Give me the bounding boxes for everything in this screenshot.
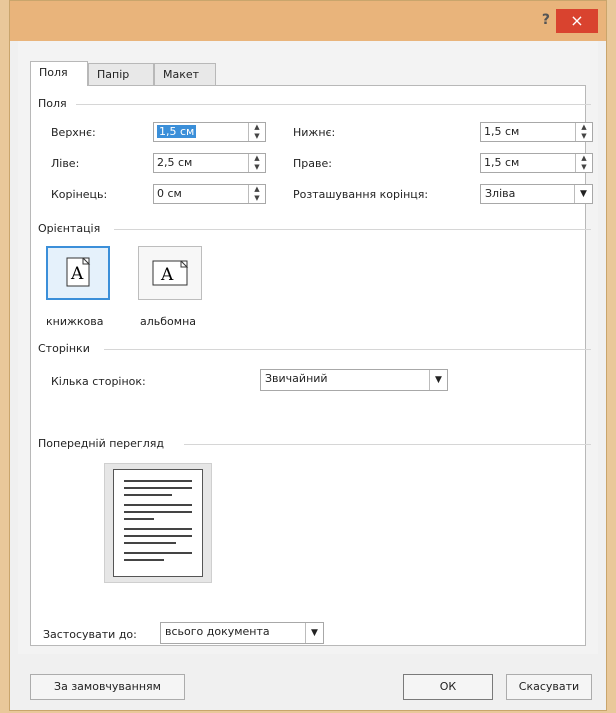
gutter-position-value: Зліва: [485, 187, 516, 200]
gutter-position-label: Розташування корінця:: [293, 188, 429, 201]
chevron-down-icon[interactable]: ▼: [305, 623, 323, 643]
spinner-arrows[interactable]: ▲ ▼: [248, 154, 265, 172]
portrait-label[interactable]: книжкова: [46, 315, 104, 328]
orientation-section-label: Орієнтація: [38, 222, 101, 235]
preview-divider: [184, 444, 591, 445]
gutter-value[interactable]: 0 см: [157, 187, 182, 200]
portrait-page-icon: A: [66, 257, 91, 287]
spin-down-icon[interactable]: ▼: [249, 194, 265, 203]
spinner-arrows[interactable]: ▲ ▼: [575, 154, 592, 172]
preview-text-line: [124, 535, 192, 537]
top-margin-value[interactable]: 1,5 см: [157, 125, 197, 138]
bottom-margin-label: Нижнє:: [293, 126, 336, 139]
multiple-pages-select[interactable]: Звичайний ▼: [260, 369, 448, 391]
preview-text-line: [124, 518, 154, 520]
preview-text-line: [124, 480, 192, 482]
right-margin-spinner[interactable]: 1,5 см ▲ ▼: [480, 153, 593, 173]
preview-text-line: [124, 487, 192, 489]
multiple-pages-value: Звичайний: [265, 372, 328, 385]
preview-section-label: Попередній перегляд: [38, 437, 164, 450]
preview-page: [113, 469, 203, 577]
preview-text-line: [124, 552, 192, 554]
page-preview: [104, 463, 212, 583]
preview-text-line: [124, 542, 176, 544]
preview-text-line: [124, 559, 164, 561]
top-margin-spinner[interactable]: 1,5 см ▲ ▼: [153, 122, 266, 142]
tab-layout[interactable]: Макет: [154, 63, 216, 85]
set-as-default-button[interactable]: За замовчуванням: [30, 674, 185, 700]
page-setup-dialog: ? × Поля Папір Макет Поля Верхнє: 1,5 см…: [9, 0, 607, 711]
bottom-margin-value[interactable]: 1,5 см: [484, 125, 519, 138]
spin-down-icon[interactable]: ▼: [576, 163, 592, 172]
gutter-position-select[interactable]: Зліва ▼: [480, 184, 593, 204]
pages-section-label: Сторінки: [38, 342, 90, 355]
gutter-spinner[interactable]: 0 см ▲ ▼: [153, 184, 266, 204]
spin-up-icon[interactable]: ▲: [576, 154, 592, 163]
spin-up-icon[interactable]: ▲: [249, 154, 265, 163]
ok-button[interactable]: ОК: [403, 674, 493, 700]
svg-text:A: A: [70, 264, 84, 284]
bottom-margin-spinner[interactable]: 1,5 см ▲ ▼: [480, 122, 593, 142]
landscape-page-icon: A: [152, 260, 189, 286]
help-button[interactable]: ?: [542, 12, 550, 28]
tab-margins[interactable]: Поля: [30, 61, 88, 86]
margins-section-label: Поля: [38, 97, 67, 110]
preview-text-line: [124, 528, 192, 530]
svg-text:A: A: [160, 265, 174, 285]
apply-to-value: всього документа: [165, 625, 270, 638]
chevron-down-icon[interactable]: ▼: [429, 370, 447, 390]
spin-up-icon[interactable]: ▲: [249, 185, 265, 194]
landscape-option[interactable]: A: [138, 246, 202, 300]
spinner-arrows[interactable]: ▲ ▼: [248, 185, 265, 203]
title-bar: ? ×: [10, 1, 606, 41]
left-margin-value[interactable]: 2,5 см: [157, 156, 192, 169]
cancel-button[interactable]: Скасувати: [506, 674, 592, 700]
spinner-arrows[interactable]: ▲ ▼: [248, 123, 265, 141]
margins-divider: [76, 104, 591, 105]
spin-down-icon[interactable]: ▼: [249, 132, 265, 141]
apply-to-label: Застосувати до:: [43, 628, 137, 641]
landscape-label[interactable]: альбомна: [140, 315, 196, 328]
spin-up-icon[interactable]: ▲: [249, 123, 265, 132]
spin-down-icon[interactable]: ▼: [576, 132, 592, 141]
right-margin-label: Праве:: [293, 157, 332, 170]
preview-text-line: [124, 494, 172, 496]
portrait-option[interactable]: A: [46, 246, 110, 300]
top-margin-label: Верхнє:: [51, 126, 96, 139]
right-margin-value[interactable]: 1,5 см: [484, 156, 519, 169]
spin-down-icon[interactable]: ▼: [249, 163, 265, 172]
orientation-divider: [114, 229, 591, 230]
gutter-label: Корінець:: [51, 188, 108, 201]
spinner-arrows[interactable]: ▲ ▼: [575, 123, 592, 141]
apply-to-select[interactable]: всього документа ▼: [160, 622, 324, 644]
tab-paper[interactable]: Папір: [88, 63, 154, 85]
preview-text-line: [124, 504, 192, 506]
left-margin-spinner[interactable]: 2,5 см ▲ ▼: [153, 153, 266, 173]
multiple-pages-label: Кілька сторінок:: [51, 375, 146, 388]
left-margin-label: Ліве:: [51, 157, 80, 170]
spin-up-icon[interactable]: ▲: [576, 123, 592, 132]
pages-divider: [104, 349, 591, 350]
preview-text-line: [124, 511, 192, 513]
chevron-down-icon[interactable]: ▼: [574, 185, 592, 203]
close-button[interactable]: ×: [556, 9, 598, 33]
